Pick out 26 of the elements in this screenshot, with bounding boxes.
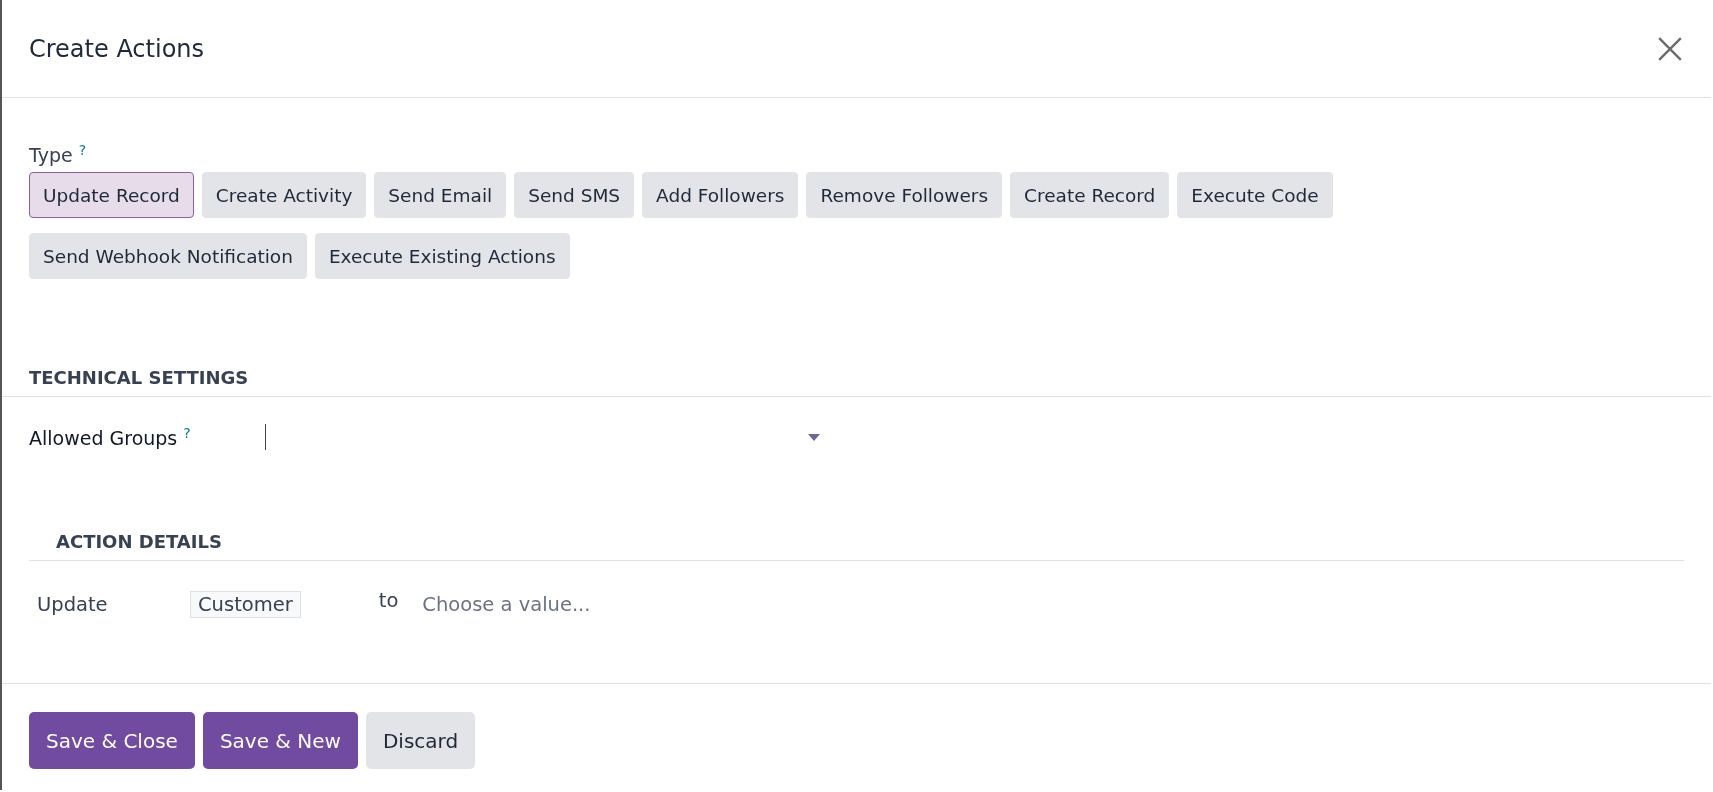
type-option[interactable]: Send Email: [374, 172, 507, 219]
save-button[interactable]: Save & Close: [29, 712, 195, 769]
type-option[interactable]: Create Record: [1010, 172, 1170, 219]
to-label: to: [378, 589, 399, 613]
type-option[interactable]: Send SMS: [514, 172, 635, 219]
type-option[interactable]: Send Webhook Notification: [29, 233, 307, 280]
type-option[interactable]: Execute Existing Actions: [314, 233, 570, 280]
section-heading: TECHNICAL SETTINGS: [2, 367, 1711, 398]
dialog-title: Create Actions: [29, 34, 205, 63]
save-button[interactable]: Save & New: [202, 712, 358, 769]
field-label: Type: [29, 144, 73, 167]
help-mark[interactable]: ?: [183, 425, 191, 442]
caret-icon[interactable]: [808, 433, 820, 441]
help-mark[interactable]: ?: [78, 142, 87, 158]
type-option[interactable]: Update Record: [29, 172, 194, 219]
type-option[interactable]: Remove Followers: [806, 172, 1003, 219]
value-field[interactable]: Choose a value...: [420, 592, 825, 618]
field-tag[interactable]: Customer: [190, 591, 301, 619]
type-option[interactable]: Add Followers: [642, 172, 799, 219]
field-label: Allowed Groups: [29, 427, 178, 450]
discard-button[interactable]: Discard: [365, 712, 476, 769]
update-label: Update: [37, 593, 109, 617]
close-icon[interactable]: [1657, 35, 1683, 62]
type-option[interactable]: Execute Code: [1177, 172, 1333, 219]
section-heading: ACTION DETAILS: [29, 531, 1684, 562]
type-option[interactable]: Create Activity: [201, 172, 367, 219]
